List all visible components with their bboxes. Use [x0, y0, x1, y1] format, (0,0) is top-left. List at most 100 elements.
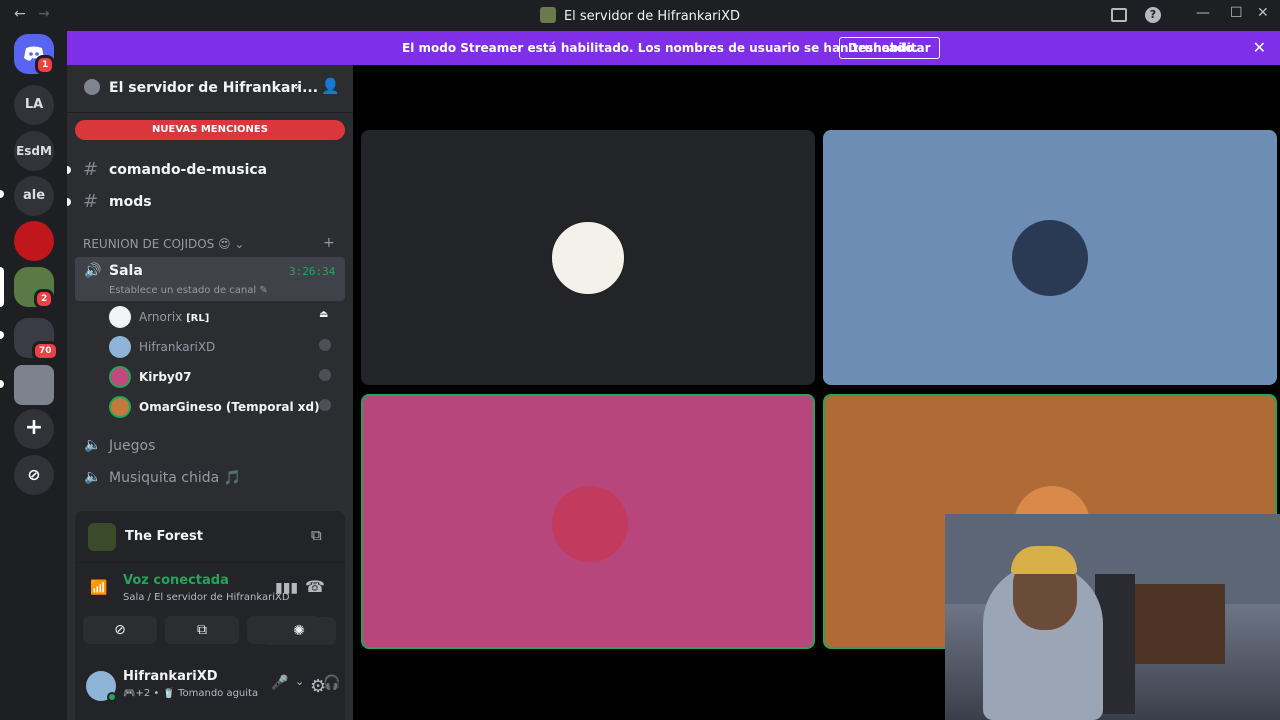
- channel-comando-de-musica[interactable]: # comando-de-musica: [67, 154, 345, 186]
- chevron-down-icon[interactable]: ⌄: [291, 78, 302, 93]
- avatar: [550, 220, 626, 296]
- share-screen-button[interactable]: ⧉: [165, 616, 239, 644]
- participant-tile-hifrankarixd[interactable]: [823, 130, 1277, 385]
- activity-icon: [319, 369, 331, 381]
- channel-status[interactable]: Establece un estado de canal ✎: [109, 285, 268, 296]
- server-red-avatar[interactable]: [14, 221, 54, 261]
- hash-icon: #: [83, 159, 99, 180]
- voice-channel-juegos[interactable]: 🔈 Juegos: [75, 431, 345, 461]
- member-name: HifrankariXD: [139, 340, 216, 354]
- folder-badge: 70: [32, 341, 59, 361]
- avatar: [109, 336, 131, 358]
- disconnect-icon[interactable]: ☎: [305, 577, 325, 596]
- webcam-dresser: [1135, 584, 1225, 664]
- speaker-icon: 🔈: [84, 469, 102, 485]
- unread-pill: [0, 380, 4, 388]
- selected-pill: [0, 267, 4, 307]
- member-name: Kirby07: [139, 370, 192, 384]
- activity-name: The Forest: [125, 529, 203, 544]
- unread-indicator: [67, 166, 71, 174]
- category-label: REUNION DE COJIDOS: [83, 237, 215, 251]
- avatar: [1012, 220, 1088, 296]
- channel-label: comando-de-musica: [109, 162, 268, 178]
- streamer-mode-banner: El modo Streamer está habilitado. Los no…: [67, 31, 1280, 65]
- voice-channel-label: Musiquita chida 🎵: [109, 470, 242, 486]
- minimize-button[interactable]: —: [1196, 5, 1210, 21]
- activity-icon: [319, 339, 331, 351]
- settings-gear-icon[interactable]: ⚙: [310, 676, 326, 697]
- avatar: [109, 306, 131, 328]
- activity-panel[interactable]: The Forest ⧉: [75, 511, 345, 563]
- server-esdm[interactable]: EsdM: [14, 131, 54, 171]
- signal-icon[interactable]: 📶: [90, 580, 107, 596]
- disable-streamer-button[interactable]: Deshabilitar: [839, 37, 940, 59]
- server-badge: 2: [34, 289, 55, 309]
- channel-label: mods: [109, 194, 152, 210]
- speaker-icon: 🔊: [84, 263, 102, 279]
- noise-suppression-icon[interactable]: ▮▮▮: [275, 580, 298, 596]
- camera-off-button[interactable]: ⊘: [83, 616, 157, 644]
- unread-pill: [0, 331, 4, 339]
- voice-channel-musiquita[interactable]: 🔈 Musiquita chida 🎵: [75, 463, 345, 493]
- soundboard-button[interactable]: ✺: [262, 617, 336, 645]
- explore-servers-button[interactable]: ⊘: [14, 455, 54, 495]
- hash-icon: #: [83, 191, 99, 212]
- inbox-icon[interactable]: [1111, 8, 1127, 22]
- create-channel-icon[interactable]: +: [323, 235, 335, 251]
- category-reunion[interactable]: REUNION DE COJIDOS 😍 ⌄ +: [83, 235, 335, 251]
- server-icon: [539, 7, 556, 23]
- window-title: El servidor de HifrankariXD: [0, 7, 1280, 24]
- voice-channel-label: Juegos: [109, 438, 156, 454]
- unread-pill: [0, 190, 4, 198]
- screen-share-icon[interactable]: ⧉: [311, 526, 322, 544]
- home-notification-badge: 1: [35, 55, 56, 75]
- member-name: OmarGineso (Temporal xd): [139, 400, 320, 414]
- streaming-icon: ⏏: [319, 309, 329, 320]
- server-la[interactable]: LA: [14, 85, 54, 125]
- voice-channel-timer: 3:26:34: [289, 265, 336, 278]
- channel-status-text: Establece un estado de canal: [109, 285, 257, 296]
- unread-indicator: [67, 198, 71, 206]
- participant-tile-arnorix[interactable]: [361, 130, 815, 385]
- custom-status: 🎮+2 • 🥤 Tomando aguita: [123, 688, 259, 699]
- chevron-down-icon[interactable]: ⌄: [295, 675, 304, 688]
- activity-icon: [319, 399, 331, 411]
- user-panel: The Forest ⧉ 📶 Voz conectada Sala / El s…: [75, 511, 345, 720]
- voice-member-omargineso[interactable]: OmarGineso (Temporal xd): [109, 394, 345, 422]
- voice-channel-label: Sala: [109, 263, 143, 279]
- game-icon: [88, 523, 116, 551]
- voice-location[interactable]: Sala / El servidor de HifrankariXD: [123, 592, 290, 603]
- avatar: [109, 366, 131, 388]
- new-mentions-button[interactable]: NUEVAS MENCIONES: [75, 120, 345, 140]
- voice-connection-panel: 📶 Voz conectada Sala / El servidor de Hi…: [75, 563, 345, 615]
- voice-member-hifrankarixd[interactable]: HifrankariXD: [109, 334, 345, 362]
- channel-mods[interactable]: # mods: [67, 186, 345, 218]
- close-icon[interactable]: ✕: [1253, 38, 1266, 57]
- invite-people-icon[interactable]: 👤: [321, 77, 340, 95]
- online-status-icon: [107, 692, 117, 702]
- server-gray[interactable]: [14, 365, 54, 405]
- voice-member-kirby07[interactable]: Kirby07: [109, 364, 345, 392]
- member-name-text: Arnorix: [139, 310, 183, 324]
- voice-channel-sala[interactable]: 🔊 Sala 3:26:34 Establece un estado de ca…: [75, 257, 345, 301]
- server-guide-icon: [84, 79, 100, 95]
- server-ale[interactable]: ale: [14, 176, 54, 216]
- microphone-icon[interactable]: 🎤: [271, 675, 288, 691]
- voice-status[interactable]: Voz conectada: [123, 573, 229, 588]
- maximize-button[interactable]: ☐: [1230, 5, 1243, 21]
- webcam-overlay: [945, 514, 1280, 720]
- speaker-icon: 🔈: [84, 437, 102, 453]
- voice-member-arnorix[interactable]: Arnorix [RL] ⏏: [109, 304, 345, 332]
- webcam-cap: [1011, 546, 1077, 574]
- help-icon[interactable]: ?: [1145, 7, 1161, 23]
- server-list: 1 LA EsdM ale 2 70 + ⊘: [0, 31, 67, 720]
- server-name: El servidor de Hifrankari...: [109, 80, 319, 96]
- avatar: [109, 396, 131, 418]
- close-window-button[interactable]: ✕: [1257, 5, 1269, 21]
- participant-tile-kirby07[interactable]: [361, 394, 815, 649]
- member-tag: [RL]: [186, 313, 210, 324]
- add-server-button[interactable]: +: [14, 409, 54, 449]
- username[interactable]: HifrankariXD: [123, 669, 218, 684]
- window-title-text: El servidor de HifrankariXD: [563, 9, 741, 24]
- server-header[interactable]: El servidor de Hifrankari... ⌄ 👤: [67, 65, 353, 113]
